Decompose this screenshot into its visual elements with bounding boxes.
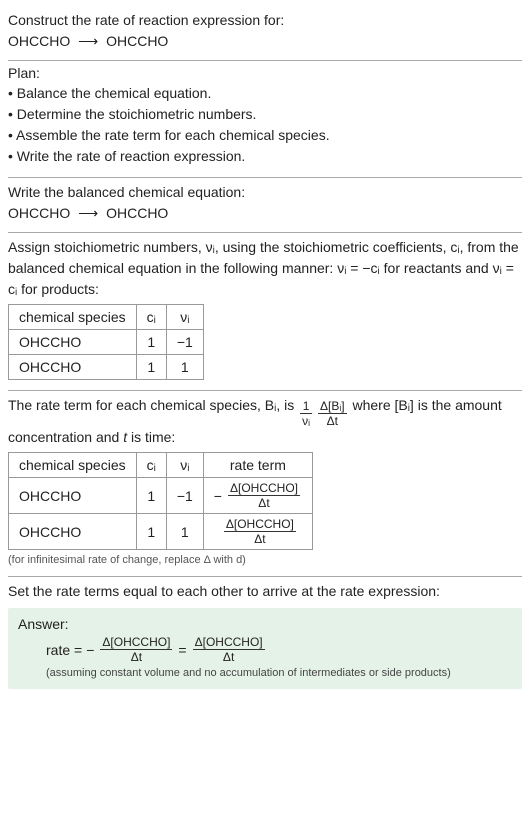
frac-num: Δ[OHCCHO] [193,636,265,650]
col-ci: cᵢ [136,305,166,330]
balanced-section: Write the balanced chemical equation: OH… [8,178,522,232]
balanced-product: OHCCHO [106,205,168,221]
plan-section: Plan: • Balance the chemical equation. •… [8,61,522,177]
relation-reactant: νᵢ = −cᵢ [337,260,380,276]
col-nui: νᵢ [166,305,203,330]
cell-nui: 1 [166,355,203,380]
answer-box: Answer: rate = − Δ[OHCCHO] Δt = Δ[OHCCHO… [8,608,522,689]
text: for reactants and [380,260,493,276]
col-ci: cᵢ [136,453,166,478]
bi: Bᵢ [265,397,277,413]
cell-rate: − Δ[OHCCHO] Δt [203,478,312,514]
fraction: Δ[OHCCHO] Δt [228,482,300,509]
cell-ci: 1 [136,478,166,514]
fraction: Δ[OHCCHO] Δt [193,636,265,663]
conc-bi: [Bᵢ] [395,397,414,413]
frac-den: Δt [193,650,265,663]
frac-den: Δt [228,496,300,509]
text: The rate term for each chemical species, [8,397,265,413]
text: , using the stoichiometric coefficients, [215,239,451,255]
frac-den: Δt [318,414,347,427]
answer-label: Answer: [18,616,512,632]
cell-nui: −1 [166,478,203,514]
rateterm-note: (for infinitesimal rate of change, repla… [8,554,522,566]
arrow-icon: ⟶ [78,205,98,222]
frac-num: Δ[Bᵢ] [318,400,347,414]
stoich-table: chemical species cᵢ νᵢ OHCCHO 1 −1 OHCCH… [8,304,204,380]
cell-species: OHCCHO [9,514,137,550]
final-heading: Set the rate terms equal to each other t… [8,581,522,602]
fraction: Δ[Bᵢ] Δt [318,400,347,427]
plan-item: • Assemble the rate term for each chemic… [8,125,522,146]
plan-heading: Plan: [8,65,522,81]
fraction: 1 νᵢ [300,400,312,427]
frac-num: 1 [300,400,312,414]
stoich-section: Assign stoichiometric numbers, νᵢ, using… [8,233,522,390]
frac-den: νᵢ [300,414,312,427]
text: , is [276,397,298,413]
frac-num: Δ[OHCCHO] [224,518,296,532]
final-section: Set the rate terms equal to each other t… [8,577,522,693]
col-species: chemical species [9,305,137,330]
rate-lhs: rate = [46,642,82,658]
cell-species: OHCCHO [9,355,137,380]
prompt-title: Construct the rate of reaction expressio… [8,10,522,31]
text: where [352,397,394,413]
stoich-text: Assign stoichiometric numbers, νᵢ, using… [8,237,522,300]
plan-bullets: • Balance the chemical equation. • Deter… [8,83,522,167]
answer-expression: rate = − Δ[OHCCHO] Δt = Δ[OHCCHO] Δt [46,636,512,663]
cell-ci: 1 [136,355,166,380]
c-i: cᵢ [450,239,459,255]
frac-den: Δt [224,532,296,545]
plan-item: • Write the rate of reaction expression. [8,146,522,167]
text: is time: [127,429,175,445]
cell-rate: Δ[OHCCHO] Δt [203,514,312,550]
table-row: OHCCHO 1 1 [9,355,204,380]
prompt-product: OHCCHO [106,33,168,49]
cell-species: OHCCHO [9,330,137,355]
rateterm-table: chemical species cᵢ νᵢ rate term OHCCHO … [8,452,313,550]
prompt-section: Construct the rate of reaction expressio… [8,6,522,60]
prompt-equation: OHCCHO ⟶ OHCCHO [8,33,522,50]
table-row: OHCCHO 1 −1 [9,330,204,355]
cell-ci: 1 [136,514,166,550]
minus-sign: − [214,488,222,504]
table-row: OHCCHO 1 −1 − Δ[OHCCHO] Δt [9,478,313,514]
frac-den: Δt [100,650,172,663]
rateterm-text: The rate term for each chemical species,… [8,395,522,448]
fraction: Δ[OHCCHO] Δt [100,636,172,663]
balanced-reactant: OHCCHO [8,205,70,221]
text: Assign stoichiometric numbers, [8,239,206,255]
balanced-equation: OHCCHO ⟶ OHCCHO [8,205,522,222]
cell-nui: 1 [166,514,203,550]
equals-sign: = [178,642,186,658]
rate-formula: 1 νᵢ Δ[Bᵢ] Δt [298,400,348,427]
col-species: chemical species [9,453,137,478]
prompt-reactant: OHCCHO [8,33,70,49]
rateterm-section: The rate term for each chemical species,… [8,391,522,576]
cell-species: OHCCHO [9,478,137,514]
plan-item: • Balance the chemical equation. [8,83,522,104]
frac-num: Δ[OHCCHO] [228,482,300,496]
fraction: Δ[OHCCHO] Δt [224,518,296,545]
table-row: OHCCHO 1 1 Δ[OHCCHO] Δt [9,514,313,550]
plan-item: • Determine the stoichiometric numbers. [8,104,522,125]
cell-ci: 1 [136,330,166,355]
frac-num: Δ[OHCCHO] [100,636,172,650]
balanced-heading: Write the balanced chemical equation: [8,182,522,203]
col-nui: νᵢ [166,453,203,478]
text: for products: [17,281,99,297]
arrow-icon: ⟶ [78,33,98,50]
col-rate: rate term [203,453,312,478]
minus-sign: − [86,642,94,658]
answer-note: (assuming constant volume and no accumul… [46,667,512,679]
cell-nui: −1 [166,330,203,355]
nu-i: νᵢ [206,239,215,255]
table-header-row: chemical species cᵢ νᵢ rate term [9,453,313,478]
table-header-row: chemical species cᵢ νᵢ [9,305,204,330]
